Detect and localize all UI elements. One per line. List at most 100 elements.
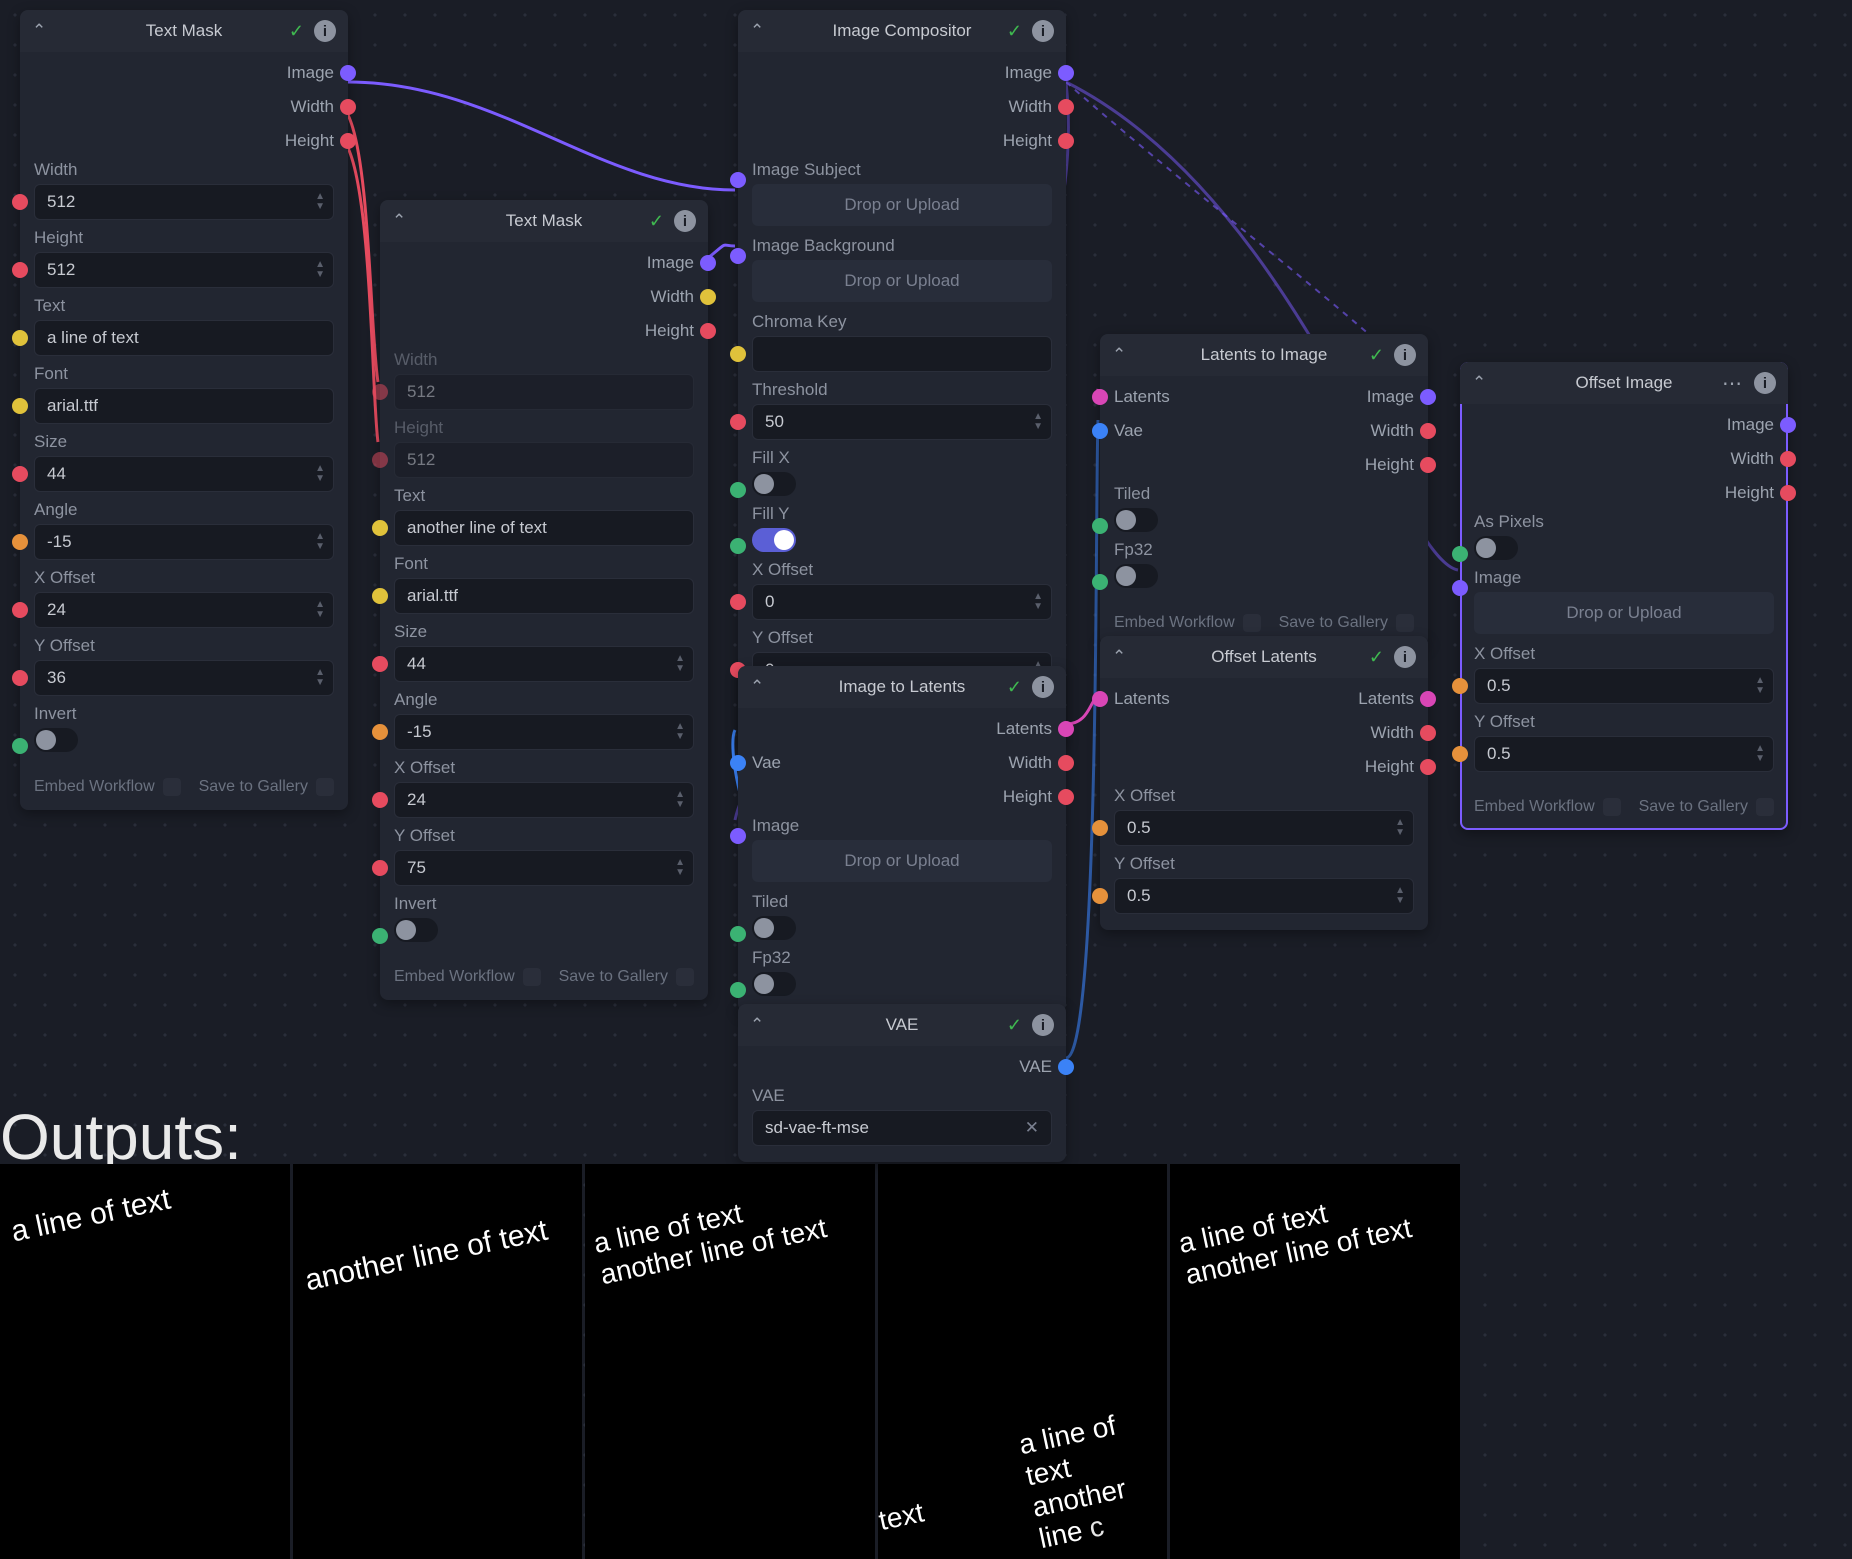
image-drop-zone[interactable]: Drop or Upload bbox=[752, 840, 1052, 882]
clear-icon[interactable]: ✕ bbox=[1025, 1118, 1039, 1138]
output-image[interactable]: Image bbox=[380, 246, 708, 280]
info-icon[interactable]: i bbox=[1032, 1014, 1054, 1036]
collapse-icon[interactable]: ⌃ bbox=[1112, 647, 1126, 667]
tiled-toggle[interactable] bbox=[1114, 508, 1158, 532]
bg-drop-zone[interactable]: Drop or Upload bbox=[752, 260, 1052, 302]
font-input[interactable]: arial.ttf bbox=[34, 388, 334, 424]
save-gallery[interactable]: Save to Gallery bbox=[199, 778, 334, 796]
info-icon[interactable]: i bbox=[1032, 676, 1054, 698]
collapse-icon[interactable]: ⌃ bbox=[750, 21, 764, 41]
collapse-icon[interactable]: ⌃ bbox=[1472, 373, 1486, 393]
input-vae[interactable]: Vae Width bbox=[1100, 414, 1428, 448]
node-offset-latents[interactable]: ⌃ Offset Latents ✓i Latents Latents Widt… bbox=[1100, 636, 1428, 930]
stepper-icon[interactable]: ▲▼ bbox=[315, 192, 325, 212]
filly-toggle[interactable] bbox=[752, 528, 796, 552]
embed-workflow[interactable]: Embed Workflow bbox=[1474, 798, 1621, 816]
embed-workflow[interactable]: Embed Workflow bbox=[1114, 614, 1261, 632]
output-width[interactable]: Width bbox=[1460, 442, 1788, 476]
node-header[interactable]: ⌃ VAE ✓i bbox=[738, 1004, 1066, 1046]
node-text-mask-2[interactable]: ⌃ Text Mask ✓ i Image Width Height Width… bbox=[380, 200, 708, 1000]
output-height[interactable]: Height bbox=[1100, 750, 1428, 784]
aspixels-toggle[interactable] bbox=[1474, 536, 1518, 560]
yoffset-input[interactable]: 36▲▼ bbox=[34, 660, 334, 696]
save-gallery[interactable]: Save to Gallery bbox=[559, 968, 694, 986]
angle-input[interactable]: -15▲▼ bbox=[34, 524, 334, 560]
node-header[interactable]: ⌃ Offset Image ⋯i bbox=[1460, 362, 1788, 404]
save-gallery[interactable]: Save to Gallery bbox=[1279, 614, 1414, 632]
node-image-compositor[interactable]: ⌃ Image Compositor ✓i Image Width Height… bbox=[738, 10, 1066, 746]
input-vae[interactable]: Vae Width bbox=[738, 746, 1066, 780]
output-image[interactable]: Image bbox=[1460, 408, 1788, 442]
fillx-toggle[interactable] bbox=[752, 472, 796, 496]
xoffset-input[interactable]: 0▲▼ bbox=[752, 584, 1052, 620]
output-latents[interactable]: Latents bbox=[738, 712, 1066, 746]
subject-drop-zone[interactable]: Drop or Upload bbox=[752, 184, 1052, 226]
collapse-icon[interactable]: ⌃ bbox=[1112, 345, 1126, 365]
output-width[interactable]: Width bbox=[20, 90, 348, 124]
output-height[interactable]: Height bbox=[1100, 448, 1428, 482]
output-vae[interactable]: VAE bbox=[738, 1050, 1066, 1084]
xoffset-input[interactable]: 24▲▼ bbox=[34, 592, 334, 628]
output-width[interactable]: Width bbox=[738, 90, 1066, 124]
invert-toggle[interactable] bbox=[34, 728, 78, 752]
node-header[interactable]: ⌃ Text Mask ✓ i bbox=[380, 200, 708, 242]
more-icon[interactable]: ⋯ bbox=[1722, 371, 1744, 396]
chroma-input[interactable] bbox=[752, 336, 1052, 372]
info-icon[interactable]: i bbox=[1032, 20, 1054, 42]
node-offset-image[interactable]: ⌃ Offset Image ⋯i Image Width Height As … bbox=[1460, 362, 1788, 830]
collapse-icon[interactable]: ⌃ bbox=[32, 21, 46, 41]
output-width[interactable]: Width bbox=[1100, 716, 1428, 750]
width-input[interactable]: 512▲▼ bbox=[34, 184, 334, 220]
fp32-toggle[interactable] bbox=[1114, 564, 1158, 588]
text-input[interactable]: another line of text bbox=[394, 510, 694, 546]
xoffset-input[interactable]: 24▲▼ bbox=[394, 782, 694, 818]
output-height[interactable]: Height bbox=[738, 780, 1066, 814]
input-latents[interactable]: Latents Image bbox=[1100, 380, 1428, 414]
fp32-toggle[interactable] bbox=[752, 972, 796, 996]
output-image[interactable]: Image bbox=[20, 56, 348, 90]
height-input[interactable]: 512▲▼ bbox=[34, 252, 334, 288]
xoffset-input[interactable]: 0.5▲▼ bbox=[1474, 668, 1774, 704]
info-icon[interactable]: i bbox=[674, 210, 696, 232]
collapse-icon[interactable]: ⌃ bbox=[750, 1015, 764, 1035]
angle-input[interactable]: -15▲▼ bbox=[394, 714, 694, 750]
info-icon[interactable]: i bbox=[1754, 372, 1776, 394]
node-header[interactable]: ⌃ Latents to Image ✓i bbox=[1100, 334, 1428, 376]
embed-workflow[interactable]: Embed Workflow bbox=[394, 968, 541, 986]
vae-select[interactable]: sd-vae-ft-mse✕ bbox=[752, 1110, 1052, 1146]
tiled-toggle[interactable] bbox=[752, 916, 796, 940]
collapse-icon[interactable]: ⌃ bbox=[392, 211, 406, 231]
info-icon[interactable]: i bbox=[1394, 646, 1416, 668]
width-input[interactable]: 512 bbox=[394, 374, 694, 410]
text-input[interactable]: a line of text bbox=[34, 320, 334, 356]
output-image[interactable]: Image bbox=[738, 56, 1066, 90]
collapse-icon[interactable]: ⌃ bbox=[750, 677, 764, 697]
yoffset-input[interactable]: 75▲▼ bbox=[394, 850, 694, 886]
save-gallery[interactable]: Save to Gallery bbox=[1639, 798, 1774, 816]
yoffset-input[interactable]: 0.5▲▼ bbox=[1474, 736, 1774, 772]
node-header[interactable]: ⌃ Offset Latents ✓i bbox=[1100, 636, 1428, 678]
node-vae[interactable]: ⌃ VAE ✓i VAE VAE sd-vae-ft-mse✕ bbox=[738, 1004, 1066, 1162]
output-height[interactable]: Height bbox=[1460, 476, 1788, 510]
info-icon[interactable]: i bbox=[1394, 344, 1416, 366]
image-drop-zone[interactable]: Drop or Upload bbox=[1474, 592, 1774, 634]
input-latents[interactable]: Latents Latents bbox=[1100, 682, 1428, 716]
output-height[interactable]: Height bbox=[20, 124, 348, 158]
threshold-input[interactable]: 50▲▼ bbox=[752, 404, 1052, 440]
node-latents-to-image[interactable]: ⌃ Latents to Image ✓i Latents Image Vae … bbox=[1100, 334, 1428, 646]
font-input[interactable]: arial.ttf bbox=[394, 578, 694, 614]
xoffset-input[interactable]: 0.5▲▼ bbox=[1114, 810, 1414, 846]
output-height[interactable]: Height bbox=[380, 314, 708, 348]
size-input[interactable]: 44▲▼ bbox=[394, 646, 694, 682]
node-text-mask-1[interactable]: ⌃ Text Mask ✓ i Image Width Height Width… bbox=[20, 10, 348, 810]
size-input[interactable]: 44▲▼ bbox=[34, 456, 334, 492]
invert-toggle[interactable] bbox=[394, 918, 438, 942]
info-icon[interactable]: i bbox=[314, 20, 336, 42]
height-input[interactable]: 512 bbox=[394, 442, 694, 478]
node-header[interactable]: ⌃ Image Compositor ✓i bbox=[738, 10, 1066, 52]
output-width[interactable]: Width bbox=[380, 280, 708, 314]
node-header[interactable]: ⌃ Image to Latents ✓i bbox=[738, 666, 1066, 708]
output-height[interactable]: Height bbox=[738, 124, 1066, 158]
yoffset-input[interactable]: 0.5▲▼ bbox=[1114, 878, 1414, 914]
embed-workflow[interactable]: Embed Workflow bbox=[34, 778, 181, 796]
